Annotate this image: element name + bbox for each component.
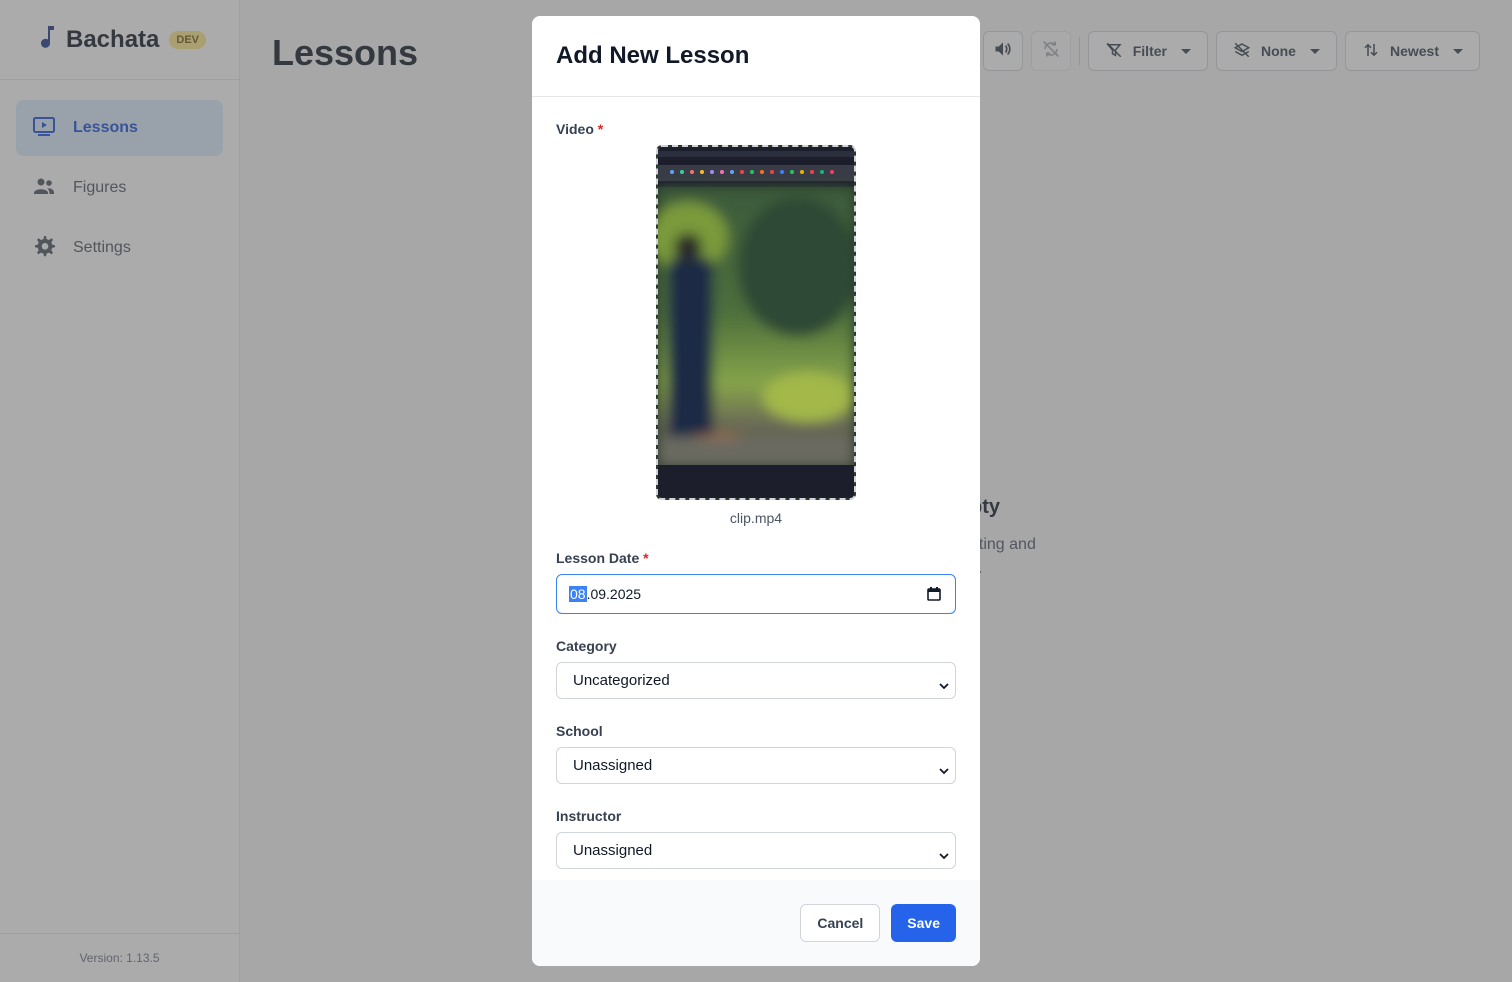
lesson-date-label: Lesson Date * [556,550,649,566]
date-day-segment[interactable]: 08 [569,586,587,602]
modal-header: Add New Lesson [532,16,980,97]
modal-title: Add New Lesson [556,42,750,69]
category-field: Category Uncategorized [556,638,956,699]
cancel-button[interactable]: Cancel [800,904,881,942]
date-rest-segment[interactable]: .09.2025 [587,586,642,602]
school-select[interactable]: Unassigned [556,747,956,784]
video-label: Video * [556,121,604,137]
modal-body: Video * clip.mp4 Lesson Date * 08 .09.20… [532,97,980,869]
instructor-select[interactable]: Unassigned [556,832,956,869]
chevron-down-icon [939,847,949,864]
school-field: School Unassigned [556,723,956,784]
chevron-down-icon [939,677,949,694]
add-lesson-modal: Add New Lesson Video * clip.mp4 Lesson D… [532,16,980,966]
instructor-label: Instructor [556,808,622,824]
chevron-down-icon [939,762,949,779]
video-filename: clip.mp4 [729,510,783,526]
lesson-date-input[interactable]: 08.09.2025 [556,574,956,614]
school-label: School [556,723,603,739]
video-thumbnail [658,147,854,498]
lesson-date-field: Lesson Date * 08.09.2025 [556,550,956,614]
category-label: Category [556,638,617,654]
calendar-icon[interactable] [927,587,941,604]
instructor-field: Instructor Unassigned [556,808,956,869]
save-button[interactable]: Save [891,904,956,942]
video-preview[interactable] [656,145,856,500]
category-select[interactable]: Uncategorized [556,662,956,699]
modal-footer: Cancel Save [532,880,980,966]
